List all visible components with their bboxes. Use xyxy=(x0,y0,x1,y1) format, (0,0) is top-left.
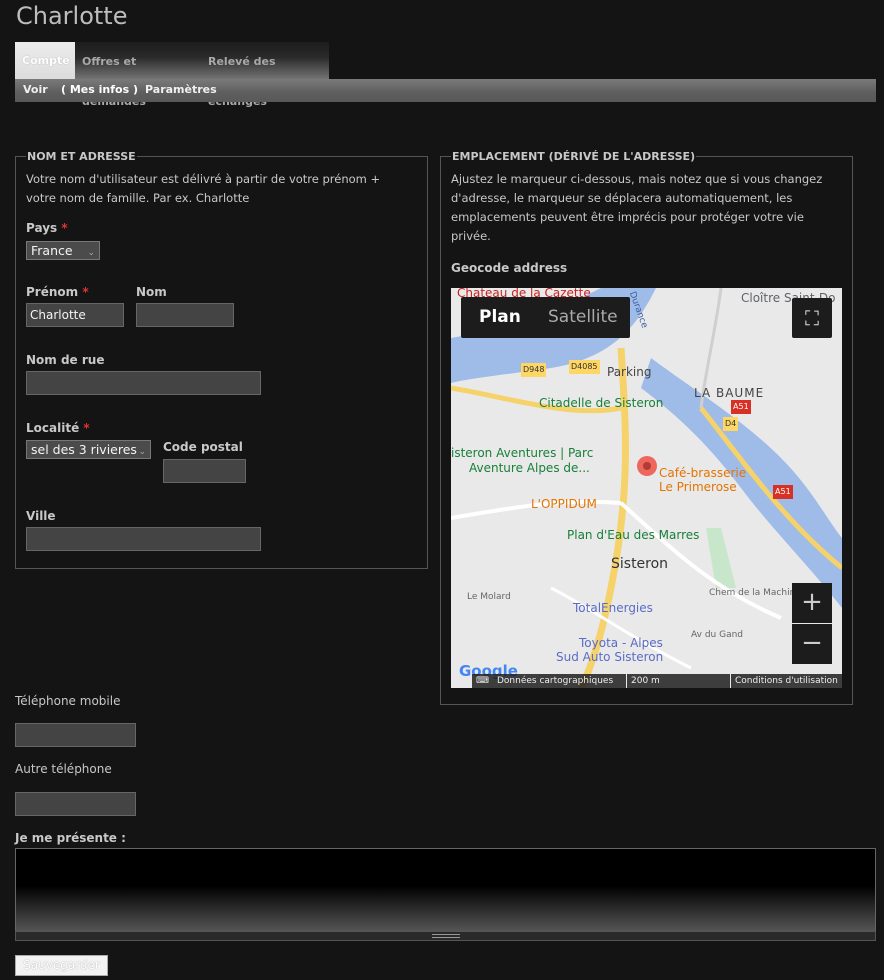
postal-label: Code postal xyxy=(163,440,243,454)
location-legend: EMPLACEMENT (DÉRIVÉ DE L'ADRESSE) xyxy=(451,150,697,163)
keyboard-icon[interactable]: ⌨ xyxy=(472,676,497,686)
subnav-parametres[interactable]: Paramètres xyxy=(145,79,217,101)
firstname-input[interactable]: Charlotte xyxy=(26,303,124,327)
road-a51: A51 xyxy=(731,400,751,414)
subnav-voir[interactable]: Voir xyxy=(23,79,48,101)
zoom-in-button[interactable]: + xyxy=(792,583,832,623)
name-address-legend: NOM ET ADRESSE xyxy=(26,150,137,163)
tab-offres-demandes[interactable]: Offres et demandes xyxy=(75,42,201,108)
postal-input[interactable] xyxy=(163,459,246,483)
city-input[interactable] xyxy=(26,527,261,551)
map-type-satellite-button[interactable]: Satellite xyxy=(548,297,618,338)
tab-bar: Compte Offres et demandes Relevé des éch… xyxy=(15,42,329,108)
zoom-out-button[interactable]: − xyxy=(792,624,832,664)
grip-icon xyxy=(432,934,460,938)
road-d948: D948 xyxy=(521,363,547,377)
other-phone-label: Autre téléphone xyxy=(15,762,112,776)
locality-label: Localité * xyxy=(26,421,90,435)
lastname-label: Nom xyxy=(136,285,167,299)
subnav-mes-infos[interactable]: ( Mes infos ) xyxy=(61,79,138,101)
poi-av-gand: Av du Gand xyxy=(691,630,744,640)
page-title: Charlotte xyxy=(16,2,128,30)
geocode-label: Geocode address xyxy=(451,261,568,275)
street-input[interactable] xyxy=(26,371,261,395)
poi-toyota-1: Toyota - Alpes xyxy=(579,636,663,650)
map-type-plan-button[interactable]: Plan xyxy=(479,297,521,338)
chevron-down-icon: ⌄ xyxy=(87,248,95,258)
chevron-down-icon: ⌄ xyxy=(138,447,146,457)
road-d4: D4 xyxy=(723,417,739,431)
save-button[interactable]: Sauvegarder xyxy=(15,955,108,976)
about-label: Je me présente : xyxy=(15,831,126,845)
location-help-line-3: emplacements peuvent être imprécis pour … xyxy=(451,210,804,224)
map-terms-link[interactable]: Conditions d'utilisation xyxy=(731,674,842,688)
poi-chem: Chem de la Machin xyxy=(709,588,796,598)
other-phone-input[interactable] xyxy=(15,792,136,816)
location-map[interactable]: Chateau de la Cazette Cloître Saint-Do P… xyxy=(451,288,842,688)
mobile-phone-input[interactable] xyxy=(15,723,136,747)
map-type-control: Plan Satellite xyxy=(461,297,630,338)
name-address-fieldset: NOM ET ADRESSE Votre nom d'utilisateur e… xyxy=(15,150,428,569)
textarea-resize-grip[interactable] xyxy=(15,931,876,941)
tab-releve-echanges[interactable]: Relevé des échanges xyxy=(201,42,329,108)
poi-aventures-1: isteron Aventures | Parc xyxy=(451,446,594,460)
road-a51-south: A51 xyxy=(773,485,793,499)
poi-aventures-2: Aventure Alpes de... xyxy=(469,461,590,475)
lastname-input[interactable] xyxy=(136,303,234,327)
country-select[interactable]: France ⌄ xyxy=(26,241,100,260)
road-d4085: D4085 xyxy=(569,360,600,374)
map-scale[interactable]: 200 m xyxy=(627,674,730,688)
location-help-line-1: Ajustez le marqueur ci-dessous, mais not… xyxy=(451,172,823,186)
name-help-text: Votre nom d'utilisateur est délivré à pa… xyxy=(26,170,380,208)
poi-le-molard: Le Molard xyxy=(467,592,511,602)
poi-la-baume: LA BAUME xyxy=(694,386,765,400)
location-help-line-2: d'adresse, le marqueur se déplacera auto… xyxy=(451,191,793,205)
sub-navigation: Voir ( Mes infos ) Paramètres xyxy=(15,79,876,102)
tab-compte[interactable]: Compte xyxy=(15,42,75,80)
poi-cafe-2: Le Primerose xyxy=(659,480,737,494)
poi-total: TotalEnergies xyxy=(573,601,653,615)
locality-select[interactable]: sel des 3 rivieres ⌄ xyxy=(26,440,151,459)
poi-citadelle: Citadelle de Sisteron xyxy=(539,396,664,410)
country-label: Pays * xyxy=(26,221,68,235)
mobile-phone-label: Téléphone mobile xyxy=(15,694,121,708)
location-help-line-4: privée. xyxy=(451,229,491,243)
about-textarea[interactable] xyxy=(15,848,876,932)
poi-sisteron: Sisteron xyxy=(611,556,669,572)
poi-oppidum: L'OPPIDUM xyxy=(531,497,597,511)
firstname-label: Prénom * xyxy=(26,285,89,299)
city-label: Ville xyxy=(26,509,56,523)
fullscreen-icon[interactable]: ⛶ xyxy=(792,298,832,338)
poi-toyota-2: Sud Auto Sisteron xyxy=(556,650,664,664)
name-help-line-1: Votre nom d'utilisateur est délivré à pa… xyxy=(26,172,381,186)
name-help-line-2: votre nom de famille. Par ex. Charlotte xyxy=(26,191,250,205)
location-help-text: Ajustez le marqueur ci-dessous, mais not… xyxy=(451,170,822,246)
street-label: Nom de rue xyxy=(26,353,105,367)
map-data-attribution[interactable]: ⌨ Données cartographiques xyxy=(472,674,626,688)
poi-parking: Parking xyxy=(607,365,652,379)
poi-cafe-1: Café-brasserie xyxy=(659,466,747,480)
poi-plan-eau: Plan d'Eau des Marres xyxy=(567,528,700,542)
